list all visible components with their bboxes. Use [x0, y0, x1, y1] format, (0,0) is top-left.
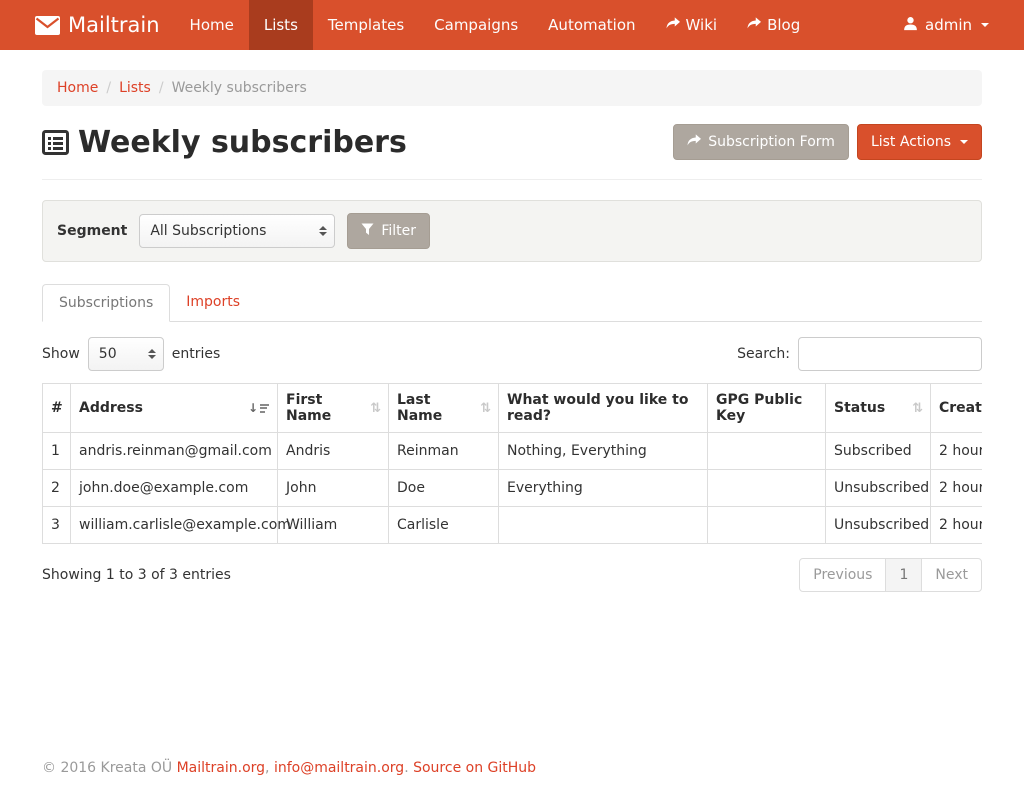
nav-item-campaigns[interactable]: Campaigns [419, 0, 533, 50]
chevron-down-icon [981, 23, 989, 27]
cell-address: william.carlisle@example.com [71, 507, 278, 544]
cell-last-name: Doe [389, 470, 499, 507]
filter-funnel-icon [361, 223, 374, 240]
subscription-form-button[interactable]: Subscription Form [673, 124, 849, 160]
pagination: Previous 1 Next [799, 558, 982, 592]
github-link[interactable]: Source on GitHub [413, 760, 536, 776]
user-icon [903, 16, 918, 35]
sort-icon: ⇅ [370, 401, 380, 416]
filter-button[interactable]: Filter [347, 213, 430, 249]
nav-item-blog[interactable]: Blog [732, 0, 815, 50]
sort-icon: ⇅ [480, 401, 490, 416]
user-menu[interactable]: admin [888, 16, 1004, 35]
entries-label: entries [172, 346, 221, 362]
share-icon [687, 134, 701, 151]
breadcrumb-current: Weekly subscribers [172, 80, 307, 96]
share-icon [747, 0, 761, 50]
nav-item-lists[interactable]: Lists [249, 0, 313, 50]
col-header-gpg-key[interactable]: GPG Public Key [708, 384, 826, 433]
segment-filter-panel: Segment All Subscriptions Filter [42, 200, 982, 262]
col-header-read-preference[interactable]: What would you like to read? [499, 384, 708, 433]
cell-last-name: Carlisle [389, 507, 499, 544]
cell-first-name: John [278, 470, 389, 507]
chevron-down-icon [960, 140, 968, 144]
search-input[interactable] [798, 337, 982, 371]
col-header-status[interactable]: Status⇅ [826, 384, 931, 433]
page-length-select[interactable]: 50 [88, 337, 164, 371]
col-header-index: # [43, 384, 71, 433]
col-header-created[interactable]: Created⇅ [931, 384, 983, 433]
nav-item-templates[interactable]: Templates [313, 0, 419, 50]
breadcrumb-home[interactable]: Home [57, 80, 98, 96]
copyright-text: © 2016 Kreata OÜ [42, 760, 177, 776]
breadcrumb: Home / Lists / Weekly subscribers [42, 70, 982, 106]
tab-bar: Subscriptions Imports [42, 284, 982, 322]
table-row[interactable]: 2 john.doe@example.com John Doe Everythi… [43, 470, 983, 507]
cell-gpg-key [708, 470, 826, 507]
show-label: Show [42, 346, 80, 362]
page-title: Weekly subscribers [42, 125, 407, 160]
breadcrumb-separator: / [106, 80, 111, 96]
col-header-last-name[interactable]: Last Name⇅ [389, 384, 499, 433]
page-footer: © 2016 Kreata OÜ Mailtrain.org, info@mai… [42, 742, 982, 806]
nav-item-wiki[interactable]: Wiki [651, 0, 733, 50]
nav-item-automation[interactable]: Automation [533, 0, 650, 50]
subscribers-table-wrapper: # Address ↓ First Name⇅ Last Name⇅ What … [42, 383, 982, 544]
cell-read-preference: Everything [499, 470, 708, 507]
cell-status: Unsubscribed [826, 470, 931, 507]
subscribers-table: # Address ↓ First Name⇅ Last Name⇅ What … [42, 383, 982, 544]
cell-gpg-key [708, 433, 826, 470]
cell-status: Unsubscribed [826, 507, 931, 544]
sort-asc-icon: ↓ [248, 402, 269, 414]
cell-read-preference: Nothing, Everything [499, 433, 708, 470]
tab-subscriptions[interactable]: Subscriptions [42, 284, 170, 322]
envelope-icon [35, 16, 60, 35]
list-alt-icon [42, 129, 69, 156]
user-name: admin [925, 16, 972, 34]
table-row[interactable]: 1 andris.reinman@gmail.com Andris Reinma… [43, 433, 983, 470]
footer-separator: , [265, 760, 274, 776]
email-link[interactable]: info@mailtrain.org [274, 760, 404, 776]
col-header-address[interactable]: Address ↓ [71, 384, 278, 433]
cell-status: Subscribed [826, 433, 931, 470]
cell-address: andris.reinman@gmail.com [71, 433, 278, 470]
nav-item-home[interactable]: Home [175, 0, 249, 50]
cell-gpg-key [708, 507, 826, 544]
cell-created: 2 hours ago [931, 433, 983, 470]
cell-created: 2 hours ago [931, 507, 983, 544]
cell-first-name: William [278, 507, 389, 544]
list-actions-button[interactable]: List Actions [857, 124, 982, 160]
segment-label: Segment [57, 223, 127, 239]
sort-icon: ⇅ [912, 401, 922, 416]
breadcrumb-lists[interactable]: Lists [119, 80, 151, 96]
top-navbar: Mailtrain Home Lists Templates Campaigns… [0, 0, 1024, 50]
pagination-previous[interactable]: Previous [799, 558, 886, 592]
main-nav: Home Lists Templates Campaigns Automatio… [175, 0, 816, 50]
cell-address: john.doe@example.com [71, 470, 278, 507]
search-label: Search: [737, 346, 790, 362]
col-header-first-name[interactable]: First Name⇅ [278, 384, 389, 433]
table-header-row: # Address ↓ First Name⇅ Last Name⇅ What … [43, 384, 983, 433]
brand-link[interactable]: Mailtrain [20, 0, 175, 50]
share-icon [666, 0, 680, 50]
mailtrain-org-link[interactable]: Mailtrain.org [177, 760, 265, 776]
footer-separator: . [404, 760, 413, 776]
pagination-next[interactable]: Next [921, 558, 982, 592]
entries-summary: Showing 1 to 3 of 3 entries [42, 567, 231, 583]
cell-index: 3 [43, 507, 71, 544]
cell-index: 2 [43, 470, 71, 507]
cell-last-name: Reinman [389, 433, 499, 470]
table-row[interactable]: 3 william.carlisle@example.com William C… [43, 507, 983, 544]
tab-imports[interactable]: Imports [170, 284, 256, 322]
segment-select[interactable]: All Subscriptions [139, 214, 335, 248]
brand-label: Mailtrain [68, 13, 160, 37]
pagination-page-1[interactable]: 1 [885, 558, 922, 592]
divider [42, 179, 982, 180]
cell-index: 1 [43, 433, 71, 470]
cell-first-name: Andris [278, 433, 389, 470]
breadcrumb-separator: / [159, 80, 164, 96]
cell-read-preference [499, 507, 708, 544]
cell-created: 2 hours ago [931, 470, 983, 507]
